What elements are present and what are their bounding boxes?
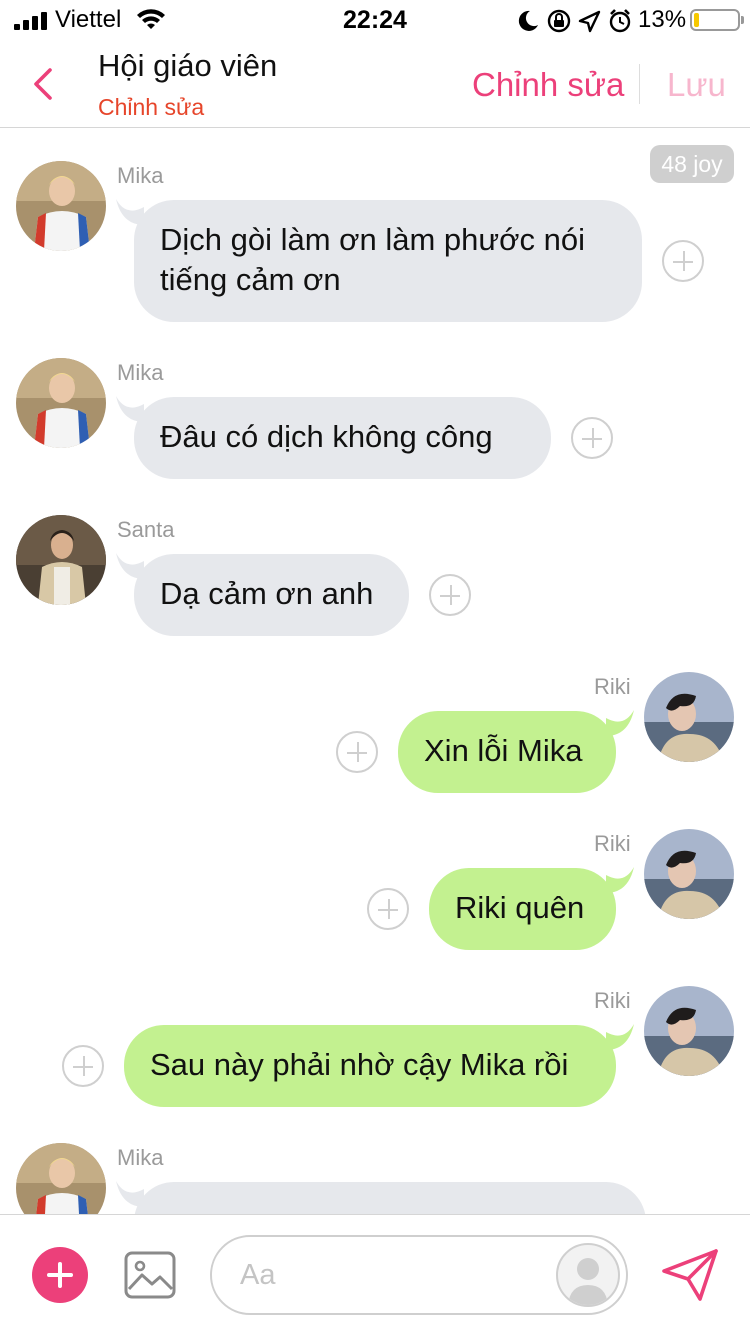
alarm-icon	[609, 9, 631, 33]
avatar-image	[16, 358, 106, 448]
avatar-image	[644, 829, 734, 919]
add-button[interactable]	[32, 1247, 88, 1303]
sticker-avatar-icon[interactable]	[556, 1243, 620, 1307]
message-text: Dạ cảm ơn anh	[160, 576, 374, 611]
image-icon[interactable]	[124, 1251, 176, 1299]
sender-name: Santa	[117, 517, 175, 542]
message-text-line: Dịch gòi làm ơn làm phước nói	[160, 222, 585, 257]
header-divider	[639, 64, 640, 104]
sender-name: Riki	[594, 831, 631, 856]
person-silhouette-icon	[568, 1258, 608, 1305]
avatar-image	[644, 672, 734, 762]
avatar-image	[16, 161, 106, 251]
message-text-line: tiếng cảm ơn	[160, 262, 341, 297]
message-text: Xin lỗi Mika	[424, 733, 583, 768]
location-icon	[578, 10, 601, 33]
add-reaction-button[interactable]	[571, 417, 613, 459]
message-input-wrapper	[210, 1235, 628, 1315]
avatar-riki[interactable]	[644, 829, 734, 919]
status-bar: Viettel 22:24 13%	[0, 0, 750, 42]
sender-name: Mika	[117, 360, 164, 385]
avatar-mika[interactable]	[16, 358, 106, 448]
back-chevron-icon[interactable]	[28, 64, 58, 104]
message-bubble[interactable]	[134, 1182, 646, 1214]
message-bubble[interactable]: Riki quên	[429, 868, 616, 950]
joy-badge: 48 joy	[650, 145, 734, 183]
message-input[interactable]	[240, 1255, 540, 1295]
send-icon[interactable]	[660, 1247, 720, 1303]
avatar-riki[interactable]	[644, 986, 734, 1076]
message-bubble[interactable]: Sau này phải nhờ cậy Mika rồi	[124, 1025, 616, 1107]
group-title[interactable]: Hội giáo viên	[98, 48, 277, 84]
save-button[interactable]: Lưu	[667, 66, 726, 104]
battery-level	[694, 13, 699, 27]
sender-name: Riki	[594, 674, 631, 699]
message-bubble[interactable]: Đâu có dịch không công	[134, 397, 551, 479]
status-icons	[518, 9, 631, 33]
group-subtitle[interactable]: Chỉnh sửa	[98, 94, 204, 121]
sender-name: Riki	[594, 988, 631, 1013]
avatar-image	[16, 1143, 106, 1214]
message-text: Riki quên	[455, 890, 585, 925]
add-reaction-button[interactable]	[662, 240, 704, 282]
composer-bar	[0, 1214, 750, 1334]
avatar-riki[interactable]	[644, 672, 734, 762]
message-bubble[interactable]: Dạ cảm ơn anh	[134, 554, 409, 636]
sender-name: Mika	[117, 1145, 164, 1170]
avatar-mika[interactable]	[16, 161, 106, 251]
battery-icon	[690, 9, 744, 31]
avatar-image	[644, 986, 734, 1076]
battery-percent: 13%	[638, 6, 687, 33]
rotation-lock-icon	[547, 9, 571, 33]
message-bubble[interactable]: Dịch gòi làm ơn làm phước nói tiếng cảm …	[134, 200, 642, 322]
message-text: Sau này phải nhờ cậy Mika rồi	[150, 1047, 569, 1082]
avatar-mika[interactable]	[16, 1143, 106, 1214]
chat-messages[interactable]: 48 joy Mika Dịch gòi làm ơn làm phước nó…	[0, 129, 750, 1214]
add-reaction-button[interactable]	[429, 574, 471, 616]
edit-button[interactable]: Chỉnh sửa	[472, 66, 624, 104]
message-text: Đâu có dịch không công	[160, 419, 493, 454]
chat-header: Hội giáo viên Chỉnh sửa Chỉnh sửa Lưu	[0, 42, 750, 128]
avatar-santa[interactable]	[16, 515, 106, 605]
moon-icon	[518, 10, 538, 31]
sender-name: Mika	[117, 163, 164, 188]
avatar-image	[16, 515, 106, 605]
add-reaction-button[interactable]	[367, 888, 409, 930]
add-reaction-button[interactable]	[62, 1045, 104, 1087]
add-reaction-button[interactable]	[336, 731, 378, 773]
message-bubble[interactable]: Xin lỗi Mika	[398, 711, 616, 793]
